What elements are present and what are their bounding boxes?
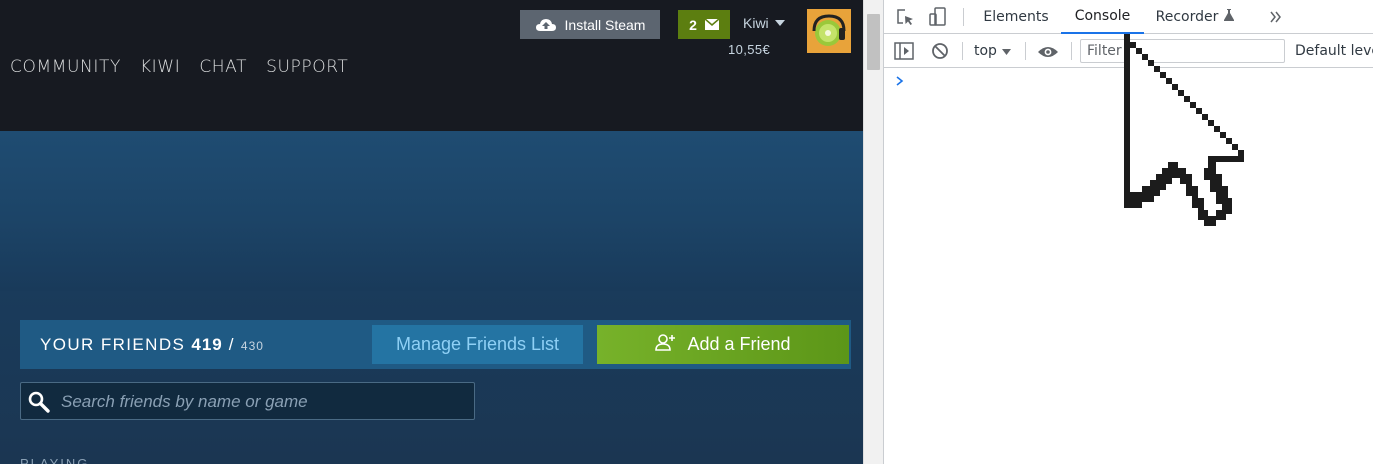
sidebar-icon[interactable]	[894, 42, 914, 64]
notification-count: 2	[689, 16, 697, 33]
account-name: Kiwi	[743, 15, 769, 31]
context-select[interactable]: top	[974, 41, 1011, 61]
tab-console[interactable]: Console	[1061, 0, 1144, 34]
friends-count: 419	[191, 335, 223, 354]
page-scrollbar[interactable]	[863, 0, 883, 464]
envelope-icon	[704, 17, 720, 33]
tab-elements[interactable]: Elements	[976, 0, 1056, 34]
nav-kiwi[interactable]: KIWI	[140, 56, 180, 78]
install-steam-button[interactable]: Install Steam	[520, 10, 660, 39]
friends-title: YOUR FRIENDS 419 / 430	[40, 335, 264, 355]
friends-header-bar: YOUR FRIENDS 419 / 430 Manage Friends List…	[20, 320, 851, 369]
log-levels-select[interactable]: Default levels	[1295, 43, 1373, 59]
friends-search	[20, 382, 475, 420]
tab-recorder[interactable]: Recorder	[1150, 0, 1240, 34]
add-friend-label: Add a Friend	[687, 334, 791, 354]
chevron-more-icon[interactable]	[1269, 9, 1283, 28]
kiwi-headphones-avatar-icon	[809, 11, 849, 51]
toolbar-divider	[962, 42, 963, 60]
toolbar-divider	[1071, 42, 1072, 60]
console-filter-input[interactable]	[1080, 39, 1285, 63]
friends-count-separator: /	[228, 335, 235, 354]
toolbar-divider	[1025, 42, 1026, 60]
chevron-down-icon	[774, 20, 785, 26]
install-steam-label: Install Steam	[564, 16, 646, 33]
devtools-panel: Elements Console Recorder top Filter Def…	[883, 0, 1373, 464]
playing-section-label: PLAYING	[20, 456, 90, 464]
devtools-tabbar: Elements Console Recorder	[884, 0, 1373, 34]
nav-community[interactable]: COMMUNITY	[10, 56, 121, 78]
chevron-down-icon	[1001, 43, 1011, 59]
friends-content	[0, 291, 863, 464]
chevron-right-icon	[896, 76, 904, 86]
screen: COMMUNITY KIWI CHAT SUPPORT Install Stea…	[0, 0, 1373, 464]
main-nav: COMMUNITY KIWI CHAT SUPPORT	[10, 56, 367, 78]
add-friend-button[interactable]: Add a Friend	[597, 325, 849, 364]
console-prompt[interactable]	[896, 72, 904, 90]
profile-hero-banner	[0, 131, 863, 291]
avatar[interactable]	[807, 9, 851, 53]
upload-cloud-icon	[535, 16, 557, 34]
user-plus-icon	[655, 333, 677, 356]
steam-page: COMMUNITY KIWI CHAT SUPPORT Install Stea…	[0, 0, 863, 464]
friends-title-label: YOUR FRIENDS	[40, 335, 186, 354]
search-input[interactable]	[59, 387, 473, 417]
inspect-icon[interactable]	[896, 8, 916, 32]
eye-icon[interactable]	[1037, 44, 1059, 63]
clear-console-icon[interactable]	[931, 42, 949, 64]
tab-recorder-label: Recorder	[1155, 9, 1219, 25]
flask-icon	[1224, 9, 1235, 25]
search-icon	[27, 390, 51, 419]
tab-divider	[963, 8, 964, 26]
manage-friends-button[interactable]: Manage Friends List	[372, 325, 583, 364]
friends-limit: 430	[240, 339, 264, 353]
console-toolbar: top Default levels	[884, 34, 1373, 68]
scrollbar-thumb[interactable]	[867, 14, 880, 70]
nav-chat[interactable]: CHAT	[199, 56, 247, 78]
context-select-value: top	[974, 43, 997, 59]
device-toggle-icon[interactable]	[928, 7, 948, 31]
nav-support[interactable]: SUPPORT	[266, 56, 348, 78]
wallet-balance: 10,55€	[728, 42, 771, 57]
notifications-button[interactable]: 2	[678, 10, 730, 39]
account-menu[interactable]: Kiwi	[743, 15, 785, 31]
